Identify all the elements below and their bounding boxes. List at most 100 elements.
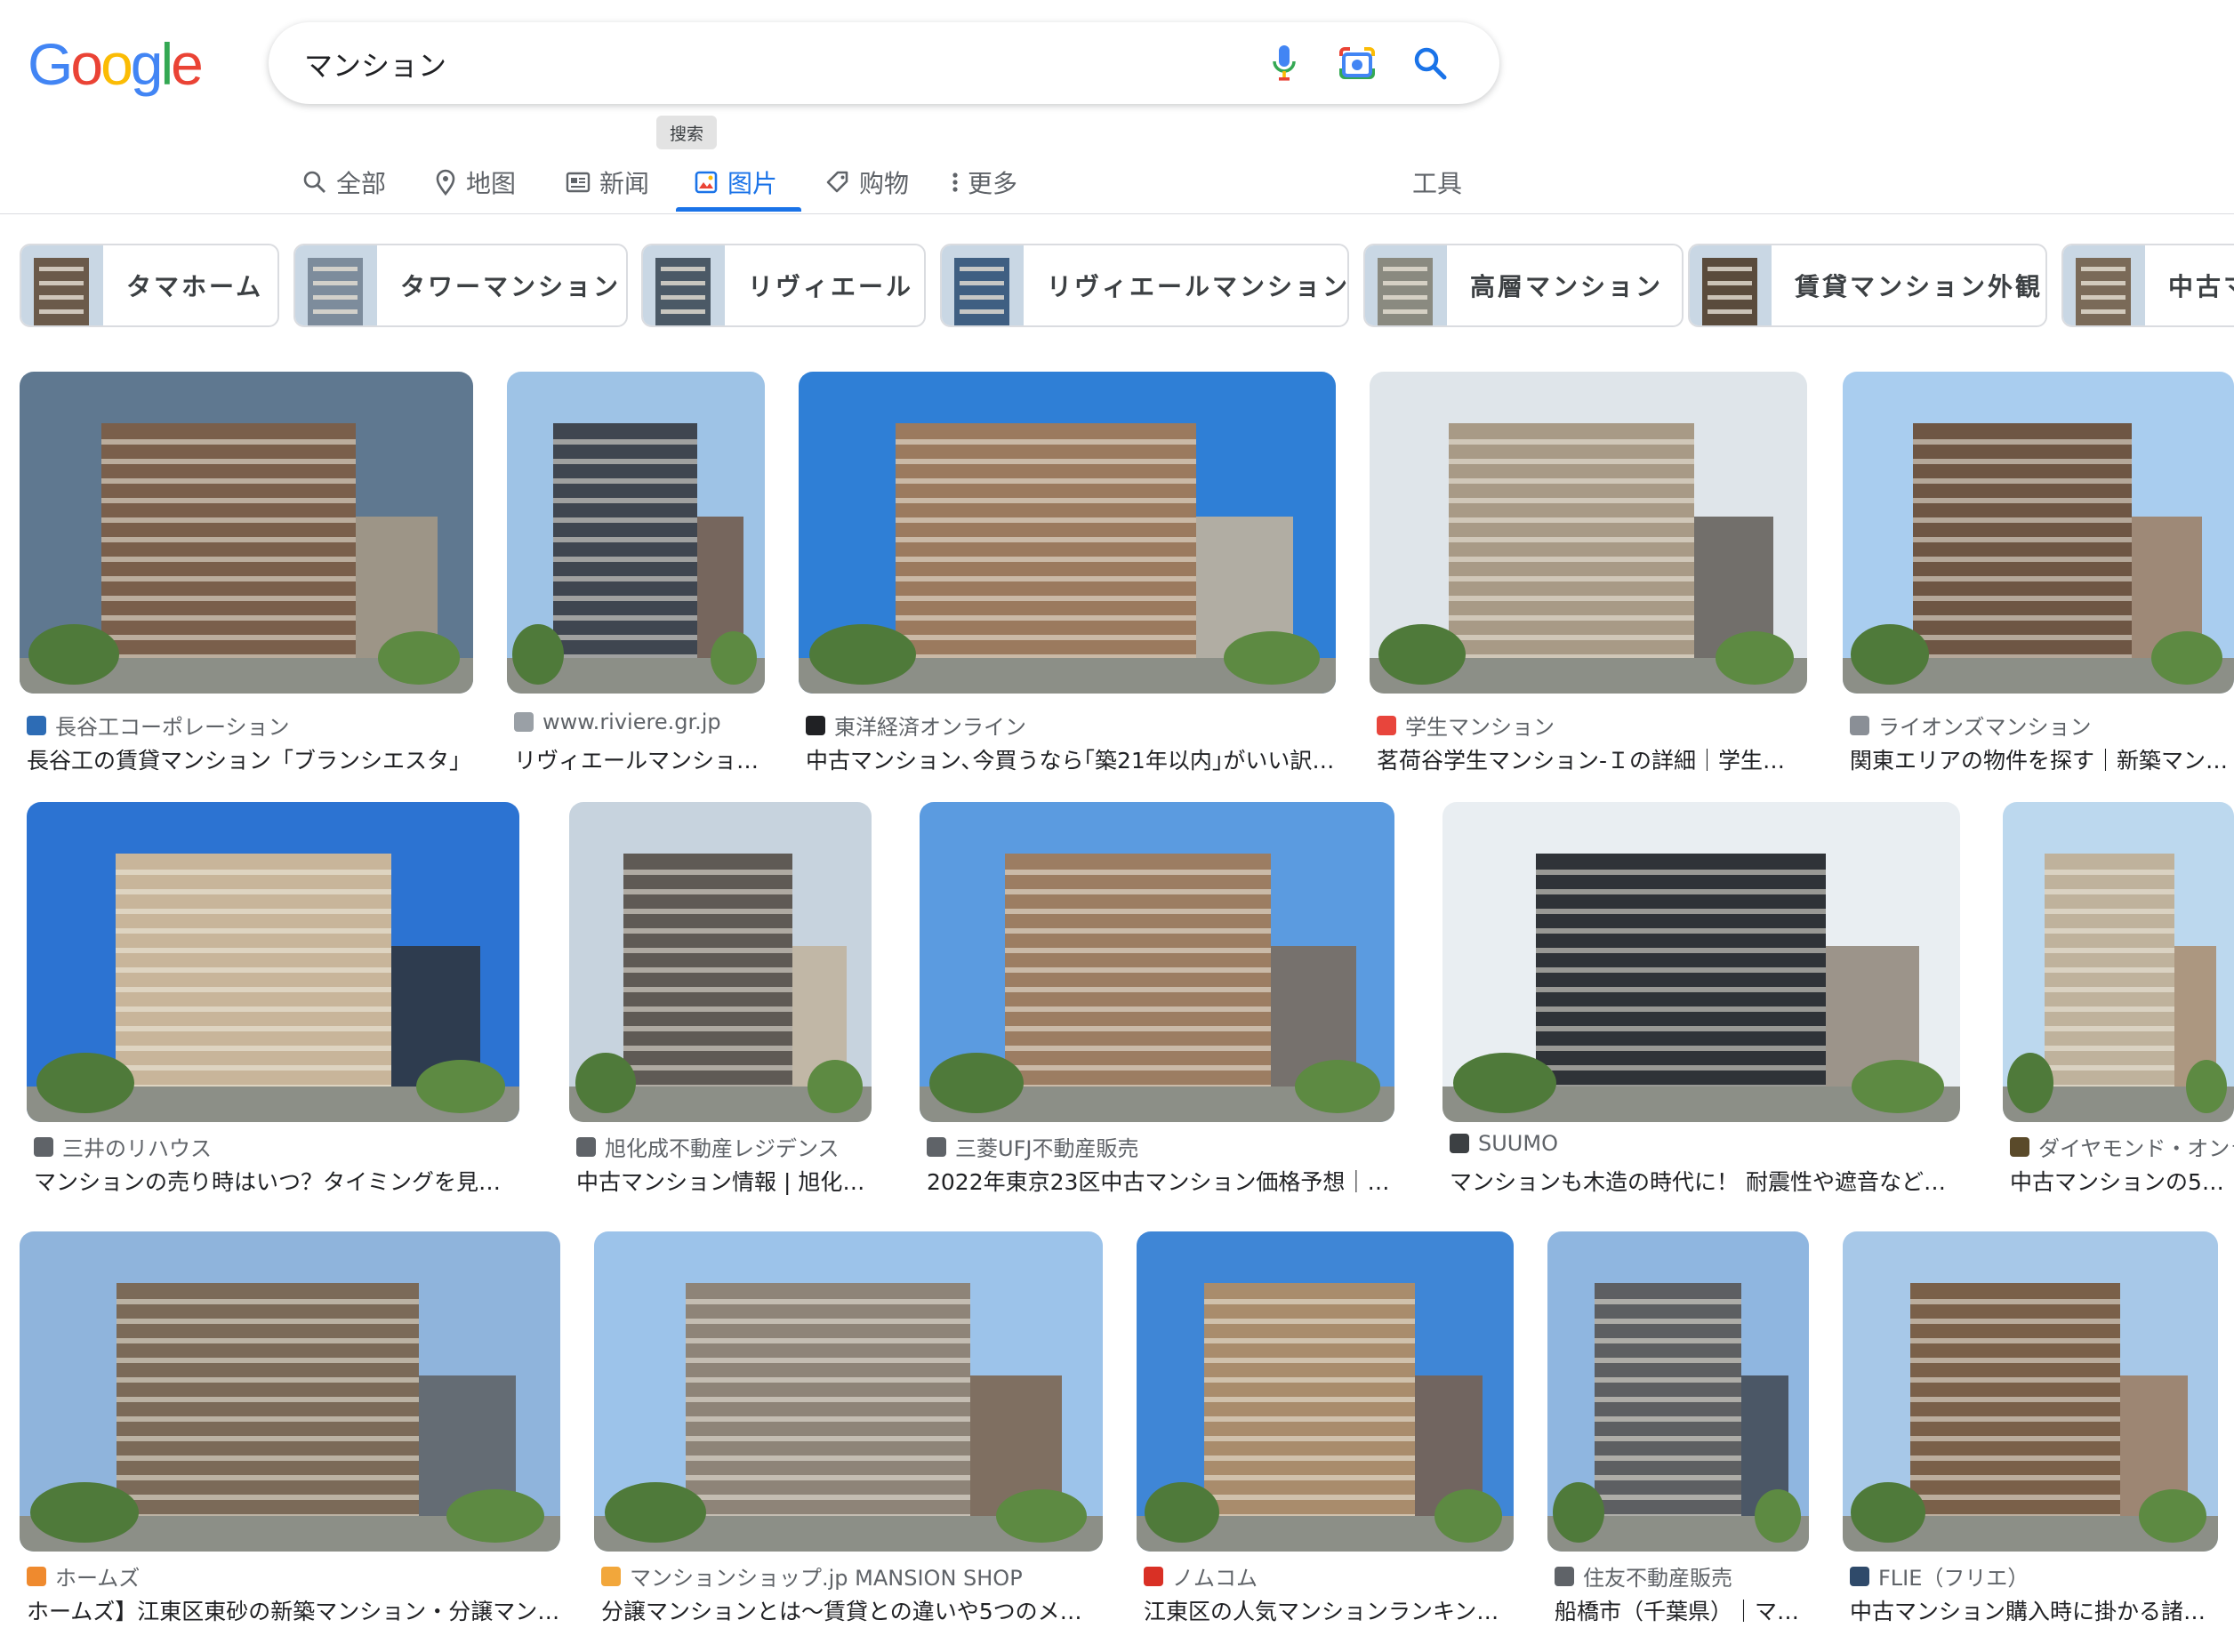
result-image[interactable] — [920, 802, 1394, 1122]
result-thumbnail — [1547, 1231, 1809, 1552]
result-image[interactable] — [1843, 372, 2234, 694]
result-title[interactable]: 長谷工の賃貸マンション「ブランシエスタ」 — [27, 743, 473, 775]
logo-letter: g — [130, 31, 164, 97]
result-source[interactable]: ノムコム — [1144, 1560, 1514, 1592]
result-image[interactable] — [2003, 802, 2234, 1122]
result-image[interactable] — [1547, 1231, 1809, 1552]
result-image[interactable] — [20, 372, 473, 694]
tab-images[interactable]: 图片 — [694, 151, 777, 213]
tab-shopping[interactable]: 购物 — [825, 151, 909, 213]
result-image[interactable] — [27, 802, 519, 1122]
result-image[interactable] — [799, 372, 1336, 694]
result-source[interactable]: ライオンズマンション — [1850, 710, 2234, 741]
result-source[interactable]: ホームズ — [27, 1560, 560, 1592]
chip-related-search[interactable]: 賃貸マンション外観 — [1688, 244, 2047, 327]
result-image[interactable] — [507, 372, 765, 694]
result-title[interactable]: 中古マンション､今買うなら｢築21年以内｣がいい訳 |… — [806, 743, 1336, 775]
result-title[interactable]: ホームズ】江東区東砂の新築マンション・分譲マン… — [27, 1594, 560, 1626]
result-thumbnail — [27, 802, 519, 1122]
image-result-card[interactable]: 旭化成不動産レジデンス 中古マンション情報 | 旭化成… — [569, 802, 872, 1195]
site-favicon-icon — [34, 1136, 53, 1157]
result-source[interactable]: FLIE（フリエ） — [1850, 1560, 2218, 1592]
active-tab-indicator — [676, 207, 801, 212]
result-image[interactable] — [1442, 802, 1960, 1122]
image-result-card[interactable]: SUUMO マンションも木造の時代に！ 耐震性や遮音など住… — [1442, 802, 1960, 1195]
result-source[interactable]: SUUMO — [1450, 1131, 1960, 1156]
result-title[interactable]: 船橋市（千葉県）｜マ… — [1555, 1594, 1809, 1626]
chip-related-search[interactable]: リヴィエールマンション — [940, 244, 1349, 327]
logo-letter: o — [70, 31, 103, 97]
camera-lens-icon[interactable] — [1336, 42, 1378, 84]
result-source[interactable]: www.riviere.gr.jp — [514, 710, 765, 734]
chip-related-search[interactable]: 中古マ — [2061, 244, 2234, 327]
result-title[interactable]: 関東エリアの物件を探す｜新築マンシ… — [1850, 743, 2234, 775]
image-result-card[interactable]: 住友不動産販売船橋市（千葉県）｜マ… — [1547, 1231, 1809, 1624]
result-source[interactable]: マンションショップ.jp MANSION SHOP — [601, 1560, 1103, 1592]
tab-all[interactable]: 全部 — [302, 151, 386, 213]
logo-letter: G — [28, 31, 73, 97]
image-result-card[interactable]: 東洋経済オンライン 中古マンション､今買うなら｢築21年以内｣がいい訳 |… — [799, 372, 1336, 774]
result-thumbnail — [2003, 802, 2234, 1122]
chip-related-search[interactable]: 高層マンション — [1363, 244, 1684, 327]
result-title[interactable]: 中古マンション情報 | 旭化成… — [576, 1165, 872, 1197]
image-result-card[interactable]: 三菱UFJ不動産販売 2022年東京23区中古マンション価格予想｜住… — [920, 802, 1394, 1195]
google-logo[interactable]: Google — [28, 30, 204, 105]
image-result-card[interactable]: 三井のリハウス マンションの売り時はいつ？タイミングを見極め… — [27, 802, 519, 1195]
image-result-card[interactable]: www.riviere.gr.jp リヴィエールマンショ… — [507, 372, 765, 774]
result-title[interactable]: マンションも木造の時代に！ 耐震性や遮音など住… — [1450, 1165, 1960, 1197]
result-image[interactable] — [1370, 372, 1807, 694]
result-title[interactable]: 中古マンションの5つの — [2010, 1165, 2234, 1197]
image-result-card[interactable]: ホームズ ホームズ】江東区東砂の新築マンション・分譲マン… — [20, 1231, 560, 1624]
image-result-card[interactable]: ダイヤモンド・オンラ 中古マンションの5つの — [2003, 802, 2234, 1195]
result-image[interactable] — [1843, 1231, 2218, 1552]
result-image[interactable] — [569, 802, 872, 1122]
logo-letter: l — [160, 31, 174, 97]
result-title[interactable]: 2022年東京23区中古マンション価格予想｜住… — [927, 1165, 1394, 1197]
result-image[interactable] — [1137, 1231, 1514, 1552]
search-input[interactable] — [302, 22, 1195, 106]
chip-related-search[interactable]: タワーマンション — [293, 244, 628, 327]
result-image[interactable] — [20, 1231, 560, 1552]
tab-maps[interactable]: 地图 — [434, 151, 516, 213]
image-result-card[interactable]: 学生マンション 茗荷谷学生マンション-Ｉの詳細｜学生マ… — [1370, 372, 1807, 774]
result-title[interactable]: 中古マンション購入時に掛かる諸経… — [1850, 1594, 2218, 1626]
result-title[interactable]: マンションの売り時はいつ？タイミングを見極め… — [34, 1165, 519, 1197]
result-source[interactable]: 旭化成不動産レジデンス — [576, 1131, 872, 1162]
image-result-card[interactable]: マンションショップ.jp MANSION SHOP 分譲マンションとは〜賃貸との違… — [594, 1231, 1103, 1624]
result-title[interactable]: 分譲マンションとは〜賃貸との違いや5つのメリ… — [601, 1594, 1103, 1626]
result-thumbnail — [1370, 372, 1807, 694]
tab-news[interactable]: 新闻 — [566, 151, 649, 213]
result-thumbnail — [507, 372, 765, 694]
result-title[interactable]: リヴィエールマンショ… — [514, 743, 765, 775]
result-source[interactable]: 三菱UFJ不動産販売 — [927, 1131, 1394, 1162]
result-title[interactable]: 江東区の人気マンションランキング… — [1144, 1594, 1514, 1626]
result-source[interactable]: 住友不動産販売 — [1555, 1560, 1809, 1592]
chip-thumbnail — [2063, 245, 2145, 325]
result-source[interactable]: 三井のリハウス — [34, 1131, 519, 1162]
chip-related-search[interactable]: リヴィエール — [641, 244, 926, 327]
chip-thumbnail — [1365, 245, 1447, 325]
result-source-name: ノムコム — [1172, 1566, 1258, 1591]
tab-more[interactable]: 更多 — [952, 151, 1017, 213]
result-source[interactable]: 長谷工コーポレーション — [27, 710, 473, 741]
tag-icon — [826, 171, 848, 193]
result-source-name: 住友不動産販売 — [1583, 1566, 1732, 1591]
image-result-card[interactable]: ノムコム江東区の人気マンションランキング… — [1137, 1231, 1514, 1624]
result-source[interactable]: ダイヤモンド・オンラ — [2010, 1131, 2234, 1162]
image-result-card[interactable]: 長谷工コーポレーション長谷工の賃貸マンション「ブランシエスタ」 — [20, 372, 473, 774]
result-source[interactable]: 東洋経済オンライン — [806, 710, 1336, 741]
tools-button[interactable]: 工具 — [1412, 151, 1462, 213]
result-thumbnail — [1843, 1231, 2218, 1552]
result-thumbnail — [20, 1231, 560, 1552]
result-source[interactable]: 学生マンション — [1377, 710, 1807, 741]
header-divider — [0, 213, 2234, 214]
search-icon[interactable] — [1409, 42, 1451, 84]
result-image[interactable] — [594, 1231, 1103, 1552]
result-title[interactable]: 茗荷谷学生マンション-Ｉの詳細｜学生マ… — [1377, 743, 1807, 775]
result-source-name: 長谷工コーポレーション — [55, 715, 290, 740]
image-result-card[interactable]: ライオンズマンション 関東エリアの物件を探す｜新築マンシ… — [1843, 372, 2234, 774]
microphone-icon[interactable] — [1263, 42, 1306, 84]
site-favicon-icon — [1144, 1566, 1163, 1586]
image-result-card[interactable]: FLIE（フリエ） 中古マンション購入時に掛かる諸経… — [1843, 1231, 2218, 1624]
chip-related-search[interactable]: タマホーム — [20, 244, 279, 327]
